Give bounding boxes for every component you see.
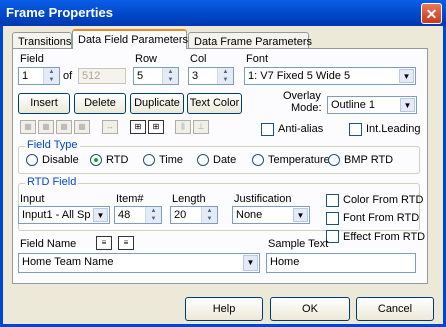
input-label: Input bbox=[20, 193, 45, 205]
sample-text-input[interactable]: Home bbox=[266, 253, 416, 273]
radio-time-label: Time bbox=[159, 154, 184, 166]
col-value: 3 bbox=[192, 70, 199, 82]
overlay-label: Overlay bbox=[283, 90, 321, 102]
color-from-rtd-checkbox[interactable] bbox=[326, 194, 339, 207]
field-spinner[interactable]: 1 ▲ ▼ bbox=[18, 67, 60, 85]
text-left-icon[interactable]: ≡ bbox=[96, 236, 112, 250]
radio-bmp-rtd[interactable] bbox=[328, 154, 340, 166]
spinner-arrows-icon[interactable]: ▲ ▼ bbox=[145, 207, 161, 223]
sample-text-label: Sample Text bbox=[268, 238, 329, 250]
justification-select[interactable]: None ▼ bbox=[232, 206, 310, 224]
align-top-left-icon[interactable]: ▦ bbox=[20, 120, 36, 134]
length-spinner[interactable]: 20 ▲ ▼ bbox=[170, 206, 218, 224]
item-label: Item# bbox=[116, 193, 144, 205]
overlay-mode-label: Mode: bbox=[291, 102, 322, 114]
radio-rtd[interactable] bbox=[90, 154, 102, 166]
input-select[interactable]: Input1 - All Sp ▼ bbox=[18, 206, 110, 224]
rtd-field-title: RTD Field bbox=[25, 176, 79, 188]
chevron-down-icon[interactable]: ▼ bbox=[399, 69, 414, 83]
spinner-arrows-icon[interactable]: ▲ ▼ bbox=[43, 68, 59, 84]
duplicate-button[interactable]: Duplicate bbox=[130, 93, 184, 114]
field-name-value: Home Team Name bbox=[22, 256, 114, 268]
font-from-rtd-label: Font From RTD bbox=[343, 212, 420, 224]
field-type-title: Field Type bbox=[25, 139, 80, 151]
tab-data-field-parameters[interactable]: Data Field Parameters bbox=[72, 29, 188, 49]
field-label: Field bbox=[20, 53, 44, 65]
field-name-select[interactable]: Home Team Name ▼ bbox=[18, 253, 260, 273]
window-title: Frame Properties bbox=[6, 5, 113, 20]
radio-bmp-rtd-label: BMP RTD bbox=[344, 154, 394, 166]
align-top-center-icon[interactable]: ▦ bbox=[38, 120, 54, 134]
font-label: Font bbox=[246, 53, 269, 65]
justification-label: Justification bbox=[234, 193, 292, 205]
stretch-horizontal-icon[interactable]: ↔ bbox=[102, 120, 118, 134]
length-value: 20 bbox=[174, 209, 187, 221]
col-label: Col bbox=[190, 53, 207, 65]
of-label: of bbox=[63, 70, 73, 82]
align-middle-icon[interactable]: ▦ bbox=[74, 120, 90, 134]
justification-value: None bbox=[236, 209, 263, 221]
field-name-label: Field Name bbox=[20, 238, 77, 250]
help-button[interactable]: Help bbox=[185, 297, 263, 321]
row-spinner[interactable]: 5 ▲ ▼ bbox=[133, 67, 179, 85]
delete-button[interactable]: Delete bbox=[74, 93, 126, 114]
close-icon[interactable]: ✕ bbox=[421, 3, 442, 24]
chevron-down-icon[interactable]: ▼ bbox=[243, 255, 258, 271]
radio-disable-label: Disable bbox=[42, 154, 79, 166]
row-value: 5 bbox=[137, 70, 144, 82]
radio-time[interactable] bbox=[143, 154, 155, 166]
int-leading-label: Int.Leading bbox=[366, 123, 421, 135]
radio-disable[interactable] bbox=[26, 154, 38, 166]
font-value: 1: V7 Fixed 5 Wide 5 bbox=[248, 70, 351, 82]
spinner-arrows-icon[interactable]: ▲ ▼ bbox=[217, 68, 233, 84]
ok-button[interactable]: OK bbox=[270, 297, 350, 321]
align-top-right-icon[interactable]: ▦ bbox=[56, 120, 72, 134]
col-spinner[interactable]: 3 ▲ ▼ bbox=[188, 67, 234, 85]
item-value: 48 bbox=[118, 209, 131, 221]
row-label: Row bbox=[135, 53, 158, 65]
title-bar: Frame Properties ✕ bbox=[0, 0, 446, 26]
anti-alias-checkbox[interactable] bbox=[261, 123, 274, 136]
overlay-mode-value: Outline 1 bbox=[331, 99, 376, 111]
spinner-arrows-icon[interactable]: ▲ ▼ bbox=[201, 207, 217, 223]
input-value: Input1 - All Sp bbox=[22, 209, 91, 221]
radio-date[interactable] bbox=[197, 154, 209, 166]
int-leading-checkbox[interactable] bbox=[349, 123, 362, 136]
distribute-horizontal-icon[interactable]: ⫼ bbox=[175, 120, 191, 134]
insert-button[interactable]: Insert bbox=[18, 93, 70, 114]
item-spinner[interactable]: 48 ▲ ▼ bbox=[114, 206, 162, 224]
font-select[interactable]: 1: V7 Fixed 5 Wide 5 ▼ bbox=[244, 67, 416, 85]
overlay-mode-select[interactable]: Outline 1 ▼ bbox=[327, 96, 417, 114]
text-right-icon[interactable]: ≡ bbox=[118, 236, 134, 250]
anti-alias-label: Anti-alias bbox=[278, 123, 324, 135]
grid-layout-alt-icon[interactable]: ⊞ bbox=[148, 120, 164, 134]
radio-temperature[interactable] bbox=[252, 154, 264, 166]
field-value: 1 bbox=[22, 70, 29, 82]
font-from-rtd-checkbox[interactable] bbox=[326, 212, 339, 225]
color-from-rtd-label: Color From RTD bbox=[343, 194, 424, 206]
chevron-down-icon[interactable]: ▼ bbox=[93, 208, 108, 222]
spinner-arrows-icon[interactable]: ▲ ▼ bbox=[162, 68, 178, 84]
chevron-down-icon[interactable]: ▼ bbox=[400, 98, 415, 112]
length-label: Length bbox=[172, 193, 206, 205]
field-total: 512 bbox=[78, 68, 126, 84]
cancel-button[interactable]: Cancel bbox=[356, 297, 434, 321]
chevron-down-icon[interactable]: ▼ bbox=[293, 208, 308, 222]
text-color-button[interactable]: Text Color bbox=[187, 93, 242, 114]
grid-layout-icon[interactable]: ⊞ bbox=[130, 120, 146, 134]
distribute-vertical-icon[interactable]: ⊥ bbox=[193, 120, 209, 134]
radio-date-label: Date bbox=[213, 154, 237, 166]
effect-from-rtd-label: Effect From RTD bbox=[343, 231, 426, 243]
radio-rtd-label: RTD bbox=[106, 154, 129, 166]
radio-temperature-label: Temperature bbox=[268, 154, 330, 166]
